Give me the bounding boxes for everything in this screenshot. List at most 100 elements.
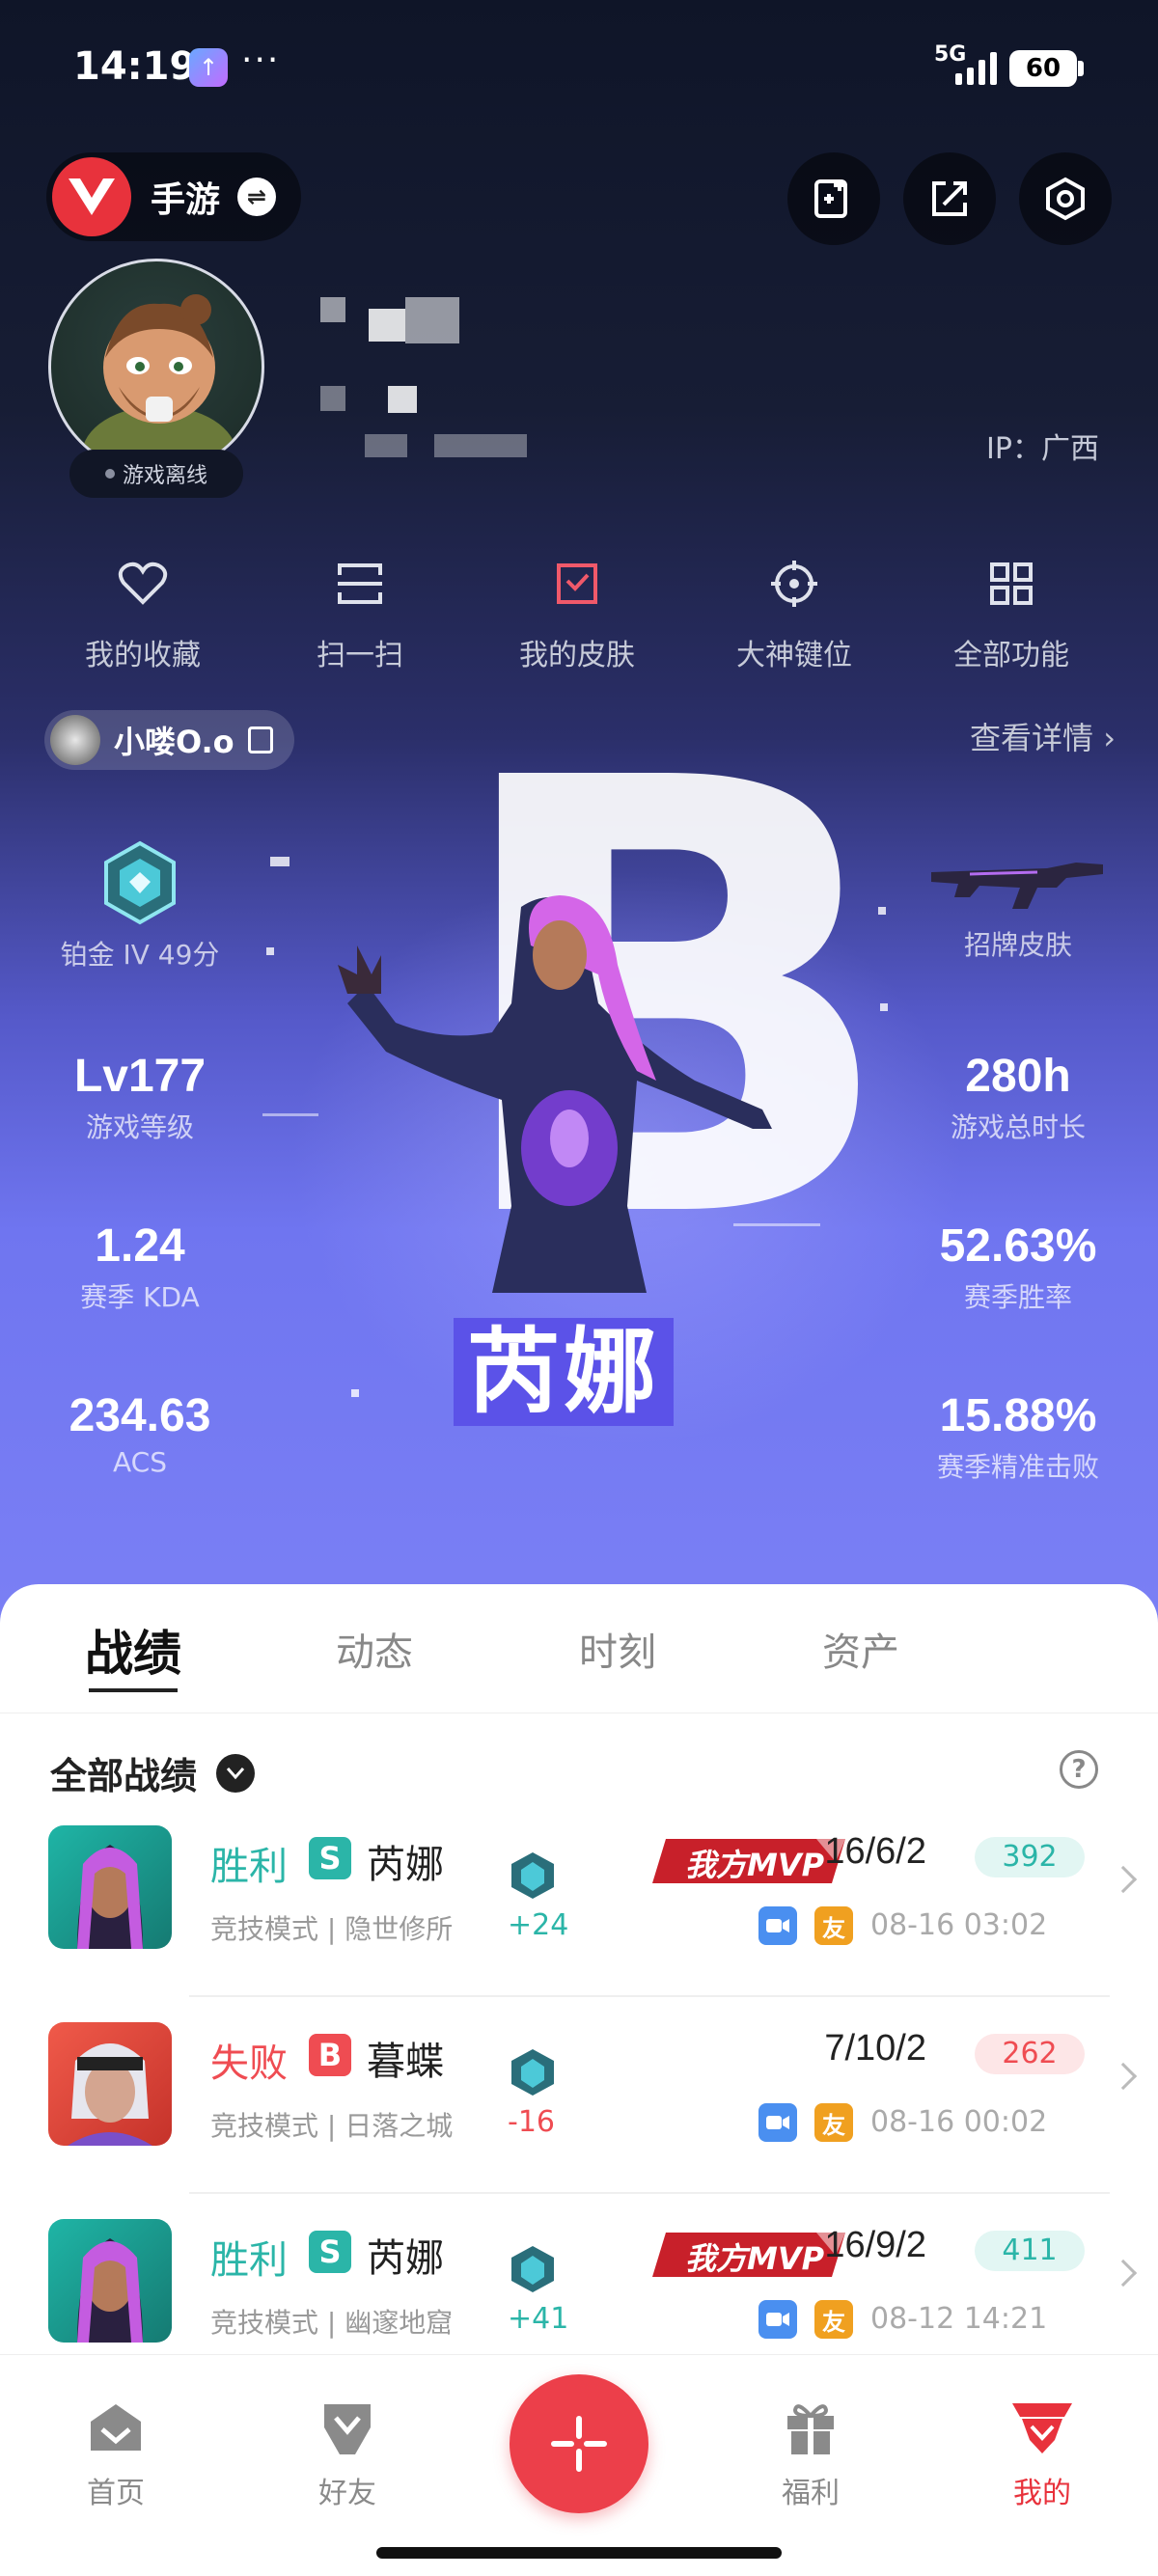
match-grade-badge: S [309, 1837, 351, 1879]
rank-icon [104, 840, 176, 925]
online-status-text: 游戏离线 [122, 464, 207, 488]
deco-dot [351, 1389, 359, 1397]
game-mode-switcher[interactable]: 手游 ⇌ [46, 152, 302, 241]
nav-home[interactable]: 首页 [58, 2394, 174, 2511]
video-icon[interactable] [758, 2103, 797, 2142]
quick-action-favorites[interactable]: 我的收藏 [56, 550, 230, 673]
tab-indicator [89, 1688, 178, 1692]
signature-skin[interactable]: 招牌皮肤 [917, 849, 1119, 963]
settings-button[interactable] [1019, 152, 1112, 245]
stat-level: Lv177 游戏等级 [39, 1050, 241, 1145]
help-icon[interactable]: ? [1060, 1750, 1098, 1789]
stat-value: 15.88% [939, 1390, 1097, 1441]
signature-skin-label: 招牌皮肤 [963, 929, 1072, 961]
nav-label: 好友 [318, 2477, 376, 2510]
add-button[interactable] [510, 2374, 648, 2513]
status-time: 14:19 [73, 44, 197, 89]
nav-me[interactable]: 我的 [984, 2394, 1100, 2511]
game-account-name: 小喽O.o [114, 724, 234, 760]
nav-benefits[interactable]: 福利 [753, 2394, 868, 2511]
rank-delta: +41 [508, 2302, 569, 2336]
status-dot [104, 469, 115, 479]
chevron-down-icon [216, 1753, 256, 1793]
crosshair-icon [707, 550, 881, 617]
match-mode-map: 竞技模式 | 幽邃地窟 [210, 2307, 454, 2339]
video-icon[interactable] [758, 2300, 797, 2339]
stat-kda: 1.24 赛季 KDA [39, 1219, 241, 1315]
tab-records[interactable]: 战绩 [85, 1615, 181, 1685]
tab-assets[interactable]: 资产 [822, 1621, 899, 1677]
match-kda: 7/10/2 [824, 2028, 926, 2069]
character-name: 芮娜 [454, 1318, 674, 1426]
friends-icon [290, 2394, 405, 2461]
online-status-badge: 游戏离线 [69, 450, 243, 498]
switch-icon: ⇌ [237, 178, 277, 216]
quick-action-all[interactable]: 全部功能 [924, 550, 1098, 673]
match-kda: 16/9/2 [824, 2225, 926, 2265]
match-row[interactable]: 胜利 S 芮娜 竞技模式 | 隐世修所 +24 我方MVP 16/6/2 392… [0, 1804, 1158, 1997]
video-icon[interactable] [758, 1906, 797, 1945]
stat-headshot: 15.88% 赛季精准击败 [907, 1389, 1129, 1485]
game-account-pill[interactable]: 小喽O.o [44, 710, 294, 770]
match-time: 08-16 03:02 [870, 1908, 1048, 1942]
gift-icon [753, 2394, 868, 2461]
bottom-nav: 首页 好友 福利 我的 [0, 2354, 1158, 2576]
rifle-icon [931, 863, 1103, 909]
friend-badge: 友 [814, 1906, 853, 1945]
divider [189, 1995, 1110, 1997]
copy-icon[interactable] [247, 726, 273, 754]
stat-label: 游戏总时长 [950, 1111, 1086, 1143]
match-result: 胜利 [210, 2238, 288, 2283]
view-details-link[interactable]: 查看详情 › [970, 714, 1116, 758]
tab-feed[interactable]: 动态 [336, 1621, 413, 1677]
deco-dot [270, 857, 290, 866]
tab-moments[interactable]: 时刻 [579, 1621, 656, 1677]
chevron-right-icon [1109, 1865, 1138, 1894]
stat-value: 1.24 [95, 1220, 185, 1272]
share-icon [932, 181, 967, 216]
friend-badge: 友 [814, 2103, 853, 2142]
edit-card-button[interactable] [787, 152, 880, 245]
match-kda: 16/6/2 [824, 1831, 926, 1872]
stat-hours: 280h 游戏总时长 [907, 1050, 1129, 1145]
game-account-avatar [50, 715, 100, 765]
signal-icon [955, 50, 997, 85]
stat-acs: 234.63 ACS [39, 1389, 241, 1478]
match-mode-map: 竞技模式 | 隐世修所 [210, 1913, 454, 1945]
stat-value: 280h [965, 1051, 1071, 1102]
match-hero: 暮蝶 [367, 2040, 444, 2084]
battery-icon: 60 [1009, 50, 1077, 87]
game-logo-icon [52, 157, 131, 236]
home-icon [58, 2394, 174, 2461]
match-hero: 芮娜 [367, 1843, 444, 1887]
friend-badge: 友 [814, 2300, 853, 2339]
match-mode-map: 竞技模式 | 日落之城 [210, 2110, 454, 2142]
hero-portrait [48, 1825, 172, 1949]
nav-friends[interactable]: 好友 [290, 2394, 405, 2511]
avatar[interactable] [48, 259, 264, 475]
match-time: 08-16 00:02 [870, 2105, 1048, 2139]
profile-icon [984, 2394, 1100, 2461]
share-button[interactable] [903, 152, 996, 245]
more-status-icon: ··· [241, 41, 281, 80]
match-grade-badge: S [309, 2231, 351, 2273]
rank-icon [511, 2049, 554, 2096]
records-filter[interactable]: 全部战绩 [50, 1746, 256, 1799]
match-result: 胜利 [210, 1845, 288, 1889]
tab-bar: 战绩 动态 时刻 资产 [0, 1584, 1158, 1713]
mvp-text: 我方MVP [685, 2240, 825, 2277]
rank-stat[interactable]: 铂金 IV 49分 [39, 839, 241, 973]
home-indicator [376, 2547, 782, 2559]
quick-action-scan[interactable]: 扫一扫 [273, 550, 447, 673]
grid-icon [924, 550, 1098, 617]
rank-icon [511, 2246, 554, 2292]
match-score: 392 [975, 1837, 1085, 1877]
edit-card-icon [814, 179, 847, 218]
stat-value: 234.63 [69, 1390, 211, 1441]
match-row[interactable]: 胜利 S 芮娜 竞技模式 | 幽邃地窟 +41 我方MVP 16/9/2 411… [0, 2198, 1158, 2356]
settings-icon [1046, 177, 1085, 221]
hero-portrait [48, 2022, 172, 2146]
match-row[interactable]: 失败 B 暮蝶 竞技模式 | 日落之城 -16 7/10/2 262 友 08-… [0, 2001, 1158, 2194]
match-time: 08-12 14:21 [870, 2302, 1048, 2336]
filter-label: 全部战绩 [50, 1755, 198, 1797]
